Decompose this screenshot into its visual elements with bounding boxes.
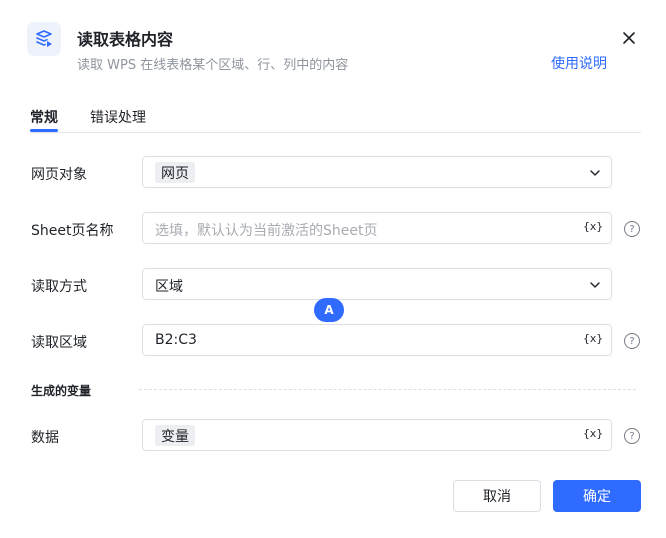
insert-variable-button[interactable]: {x} <box>583 332 603 345</box>
chevron-down-icon <box>590 170 600 176</box>
annotation-badge: A <box>314 298 344 322</box>
active-tab-indicator <box>30 129 58 132</box>
close-button[interactable] <box>617 26 641 50</box>
section-divider <box>139 389 636 390</box>
web-object-label: 网页对象 <box>31 167 87 183</box>
cancel-button[interactable]: 取消 <box>453 480 541 512</box>
read-table-dialog: 读取表格内容 读取 WPS 在线表格某个区域、行、列中的内容 使用说明 常规 错… <box>3 2 662 535</box>
read-range-value: B2:C3 <box>155 332 197 348</box>
tab-bar: 常规 错误处理 <box>30 101 641 133</box>
tab-error-handling[interactable]: 错误处理 <box>90 107 146 127</box>
sheet-name-placeholder: 选填，默认认为当前激活的Sheet页 <box>155 223 378 239</box>
confirm-button[interactable]: 确定 <box>553 480 641 512</box>
help-circle-icon[interactable]: ? <box>624 333 640 349</box>
dialog-title: 读取表格内容 <box>77 30 174 49</box>
help-circle-icon[interactable]: ? <box>624 428 640 444</box>
read-mode-select[interactable]: 区域 <box>142 268 612 300</box>
data-label: 数据 <box>31 430 59 446</box>
insert-variable-button[interactable]: {x} <box>583 220 603 233</box>
insert-variable-button[interactable]: {x} <box>583 427 603 440</box>
dialog-subtitle: 读取 WPS 在线表格某个区域、行、列中的内容 <box>77 58 349 73</box>
read-mode-label: 读取方式 <box>31 279 87 295</box>
read-range-input[interactable]: B2:C3 {x} <box>142 324 612 356</box>
sheet-name-label: Sheet页名称 <box>31 223 114 239</box>
help-circle-icon[interactable]: ? <box>624 221 640 237</box>
tab-general[interactable]: 常规 <box>30 107 58 127</box>
usage-help-link[interactable]: 使用说明 <box>551 53 607 73</box>
data-variable-input[interactable]: 变量 {x} <box>142 419 612 451</box>
table-read-icon <box>27 22 61 56</box>
sheet-name-input[interactable]: 选填，默认认为当前激活的Sheet页 {x} <box>142 212 612 244</box>
web-object-chip: 网页 <box>155 162 195 183</box>
read-range-label: 读取区域 <box>31 335 87 351</box>
web-object-select[interactable]: 网页 <box>142 156 612 188</box>
generated-variables-heading: 生成的变量 <box>31 384 92 398</box>
read-mode-value: 区域 <box>155 279 183 295</box>
data-variable-chip: 变量 <box>155 425 195 446</box>
chevron-down-icon <box>590 282 600 288</box>
close-icon <box>623 32 635 44</box>
